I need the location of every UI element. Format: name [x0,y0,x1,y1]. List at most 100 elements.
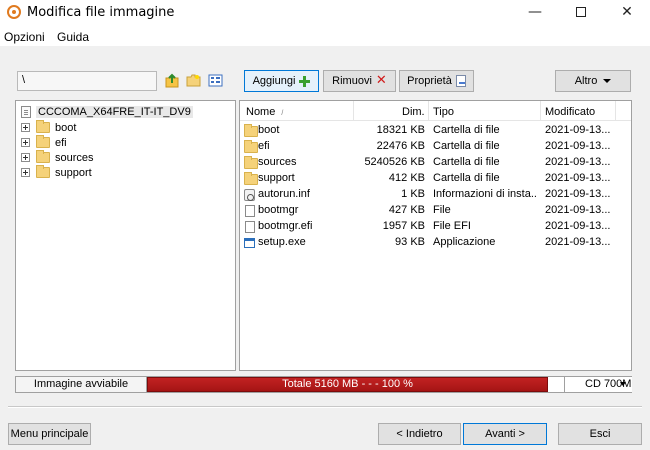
file-name: efi [258,140,270,152]
tree-item-label: boot [55,121,77,134]
properties-button[interactable]: Proprietà [399,70,474,92]
plus-icon [299,75,311,87]
remove-button[interactable]: Rimuovi ✕ [323,70,396,92]
maximize-button[interactable] [558,0,604,26]
file-name: setup.exe [258,236,306,248]
exit-button[interactable]: Esci [558,423,642,445]
tree-root[interactable]: CCCOMA_X64FRE_IT-IT_DV9 [21,104,193,120]
table-row[interactable]: autorun.inf 1 KB Informazioni di insta..… [240,187,631,203]
file-type: Cartella di file [433,156,500,168]
new-folder-icon[interactable] [186,73,201,88]
file-size: 412 KB [388,172,425,184]
file-type: Cartella di file [433,124,500,136]
table-row[interactable]: sources 5240526 KB Cartella di file 2021… [240,155,631,171]
application-icon [244,238,255,248]
size-progress-text: Totale 5160 MB - - - 100 % [282,378,413,390]
column-header-type[interactable]: Tipo [433,106,454,118]
file-size: 93 KB [395,236,425,248]
divider [8,406,642,407]
table-row[interactable]: support 412 KB Cartella di file 2021-09-… [240,171,631,187]
folder-icon [244,172,258,185]
close-button[interactable]: ✕ [604,0,650,26]
tree-item-sources[interactable]: sources [21,150,94,165]
folder-icon [244,140,258,153]
menu-bar: Opzioni Guida [0,26,650,46]
chevron-down-icon [620,382,626,386]
tree-item-boot[interactable]: boot [21,120,76,135]
file-modified: 2021-09-13... [545,156,611,168]
file-modified: 2021-09-13... [545,140,611,152]
file-list-header: Nome / Dim. Tipo Modificato [240,101,631,121]
column-header-modified[interactable]: Modificato [545,106,595,118]
file-list[interactable]: Nome / Dim. Tipo Modificato boot 18321 KB… [239,100,632,371]
chevron-down-icon [603,79,612,84]
table-row[interactable]: bootmgr.efi 1957 KB File EFI 2021-09-13.… [240,219,631,235]
column-divider[interactable] [615,101,616,121]
setup-info-icon [244,189,255,201]
expand-icon[interactable] [21,123,30,132]
file-type: File EFI [433,220,471,232]
column-name-label: Nome [246,106,276,118]
tree-item-label: efi [55,136,67,149]
folder-icon [36,135,50,148]
table-row[interactable]: efi 22476 KB Cartella di file 2021-09-13… [240,139,631,155]
folder-up-icon[interactable] [165,73,180,88]
disc-image-icon [21,106,31,118]
file-modified: 2021-09-13... [545,236,611,248]
other-button-label: Altro [574,75,598,87]
expand-icon[interactable] [21,138,30,147]
bootable-image-label[interactable]: Immagine avviabile [16,377,147,392]
file-name: boot [258,124,280,136]
column-header-size[interactable]: Dim. [402,106,425,118]
file-modified: 2021-09-13... [545,204,611,216]
tree-item-label: support [55,166,92,179]
column-divider[interactable] [540,101,541,121]
column-divider[interactable] [428,101,429,121]
main-menu-button[interactable]: Menu principale [8,423,91,445]
file-modified: 2021-09-13... [545,124,611,136]
menu-guida[interactable]: Guida [57,30,89,44]
tree-item-label: sources [55,151,94,164]
file-modified: 2021-09-13... [545,220,611,232]
folder-icon [36,165,50,178]
file-size: 22476 KB [376,140,425,152]
file-name: sources [258,156,297,168]
add-button[interactable]: Aggiungi [244,70,319,92]
file-type: File [433,204,451,216]
file-type: Informazioni di insta... [433,188,537,200]
folder-icon [244,156,258,169]
media-size-select[interactable]: CD 700M [564,377,632,392]
properties-icon [455,75,466,88]
window-title: Modifica file immagine [27,5,175,20]
file-name: support [258,172,295,184]
file-icon [245,205,255,217]
table-row[interactable]: boot 18321 KB Cartella di file 2021-09-1… [240,123,631,139]
back-button[interactable]: < Indietro [378,423,461,445]
minimize-button[interactable]: — [512,0,558,26]
table-row[interactable]: setup.exe 93 KB Applicazione 2021-09-13.… [240,235,631,251]
file-modified: 2021-09-13... [545,172,611,184]
view-mode-icon[interactable] [208,73,223,88]
menu-opzioni[interactable]: Opzioni [4,30,45,44]
column-divider[interactable] [353,101,354,121]
column-header-name[interactable]: Nome / [246,106,283,118]
file-name: autorun.inf [258,188,310,200]
remove-x-icon: ✕ [375,73,387,89]
folder-icon [244,124,258,137]
tree-item-efi[interactable]: efi [21,135,67,150]
app-logo-icon [7,5,21,19]
expand-icon[interactable] [21,168,30,177]
file-size: 1 KB [401,188,425,200]
file-name: bootmgr [258,204,299,216]
remove-button-label: Rimuovi [332,75,372,87]
file-icon [245,221,255,233]
add-button-label: Aggiungi [252,75,296,87]
table-row[interactable]: bootmgr 427 KB File 2021-09-13... [240,203,631,219]
file-type: Cartella di file [433,172,500,184]
folder-tree[interactable]: CCCOMA_X64FRE_IT-IT_DV9 boot efi sources… [15,100,236,371]
next-button[interactable]: Avanti > [463,423,547,445]
tree-item-support[interactable]: support [21,165,92,180]
expand-icon[interactable] [21,153,30,162]
other-dropdown-button[interactable]: Altro [555,70,631,92]
path-input[interactable]: \ [17,71,157,91]
